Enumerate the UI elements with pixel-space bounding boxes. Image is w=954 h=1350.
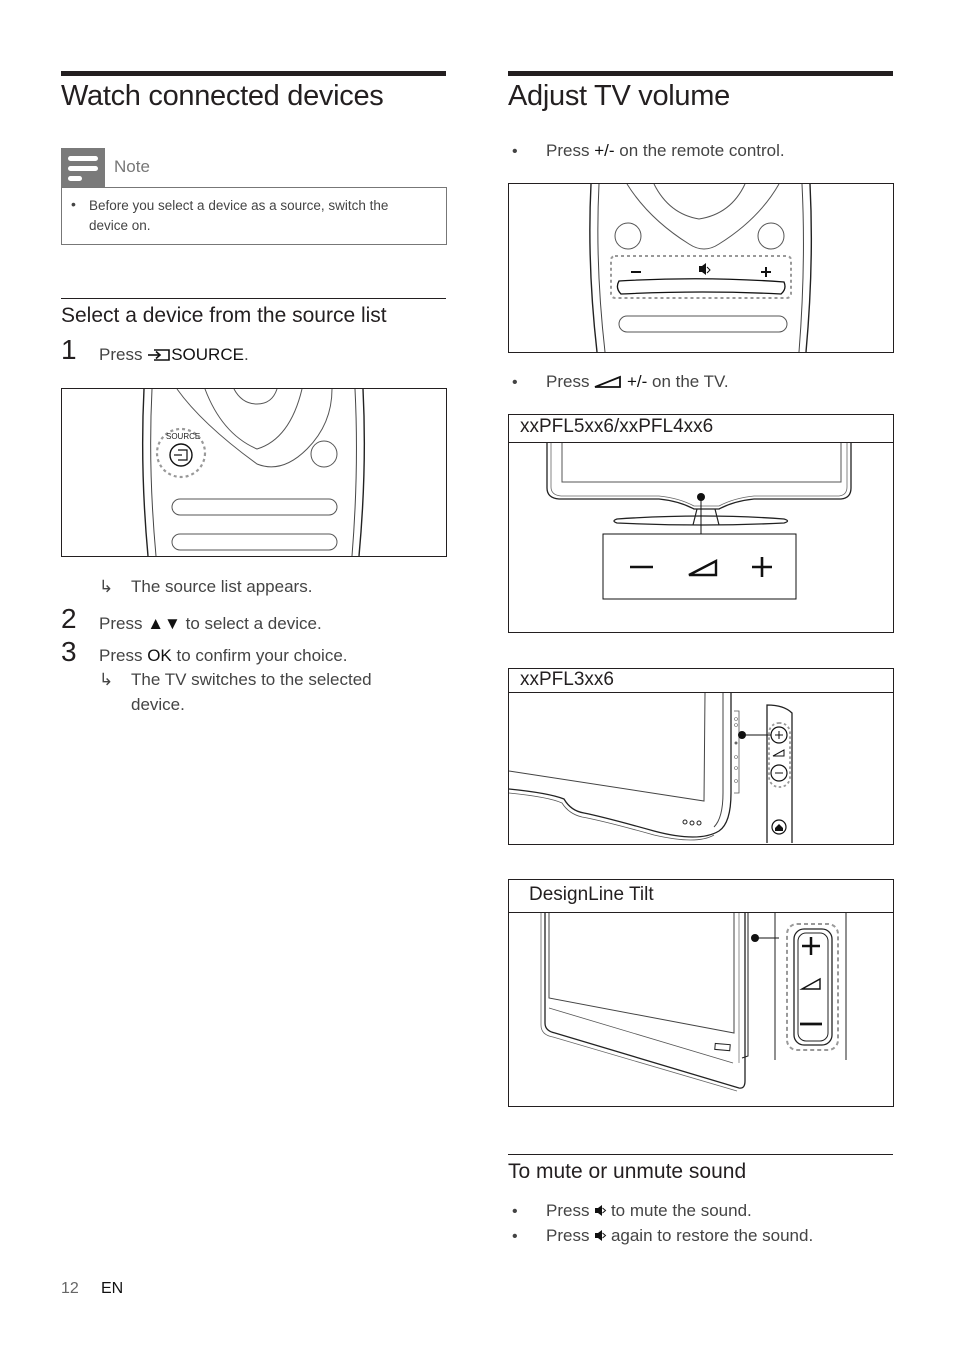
- tv-side-illustration: [508, 692, 793, 843]
- step-suffix: to select a device.: [185, 614, 322, 633]
- section-rule: [508, 1154, 893, 1155]
- volume-icon: [594, 375, 622, 388]
- step-2-text: Press ▲▼ to select a device.: [99, 614, 322, 634]
- volume-icon: [799, 977, 821, 990]
- title-rule: [508, 71, 893, 76]
- mute-suffix: again to restore the sound.: [610, 1226, 814, 1245]
- bullet-suffix: on the TV.: [651, 372, 729, 391]
- step-1-text: Press SOURCE.: [99, 345, 249, 365]
- mute-suffix: to mute the sound.: [610, 1201, 752, 1220]
- title-rule: [61, 71, 446, 76]
- mute-icon: [595, 1205, 607, 1216]
- source-figure-label: SOURCE: [166, 432, 200, 441]
- result-text: The TV switches to the selected: [131, 670, 372, 689]
- up-down-arrows-icon: ▲▼: [147, 614, 181, 633]
- remote-source-illustration: SOURCE: [141, 388, 366, 557]
- plus-minus-key: +/-: [626, 372, 648, 391]
- tv-tilt-illustration: [540, 913, 847, 1092]
- mute-icon: [595, 1230, 607, 1241]
- note-text: Before you select a device as a source, …: [89, 198, 389, 233]
- bullet-prefix: Press: [546, 141, 590, 160]
- bullet-prefix: Press: [546, 372, 590, 391]
- volume-remote-text: Press +/- on the remote control.: [546, 141, 785, 161]
- source-key: SOURCE: [171, 345, 244, 364]
- step-suffix: to confirm your choice.: [176, 646, 348, 665]
- result-text: The source list appears.: [131, 577, 313, 596]
- note-label: Note: [114, 157, 150, 176]
- result-arrow-icon: ↳: [99, 670, 114, 689]
- mute-icon: [699, 263, 711, 275]
- note-icon: [61, 148, 105, 188]
- mute-instruction: Press to mute the sound.: [546, 1201, 752, 1221]
- step-suffix: .: [243, 345, 249, 364]
- mute-prefix: Press: [546, 1201, 590, 1220]
- step-prefix: Press: [99, 646, 143, 665]
- step-number: 2: [61, 603, 77, 634]
- bullet-suffix: on the remote control.: [619, 141, 785, 160]
- ok-key: OK: [147, 646, 172, 665]
- tv-stand-illustration: [546, 443, 852, 600]
- volume-plus-icon: [802, 937, 820, 955]
- step-3-text: Press OK to confirm your choice.: [99, 646, 348, 666]
- bullet: •: [512, 1203, 518, 1220]
- result-arrow-icon: ↳: [99, 577, 114, 596]
- volume-icon: [772, 749, 785, 757]
- source-icon: [148, 349, 171, 361]
- section-title-volume: Adjust TV volume: [508, 80, 730, 112]
- mute-prefix: Press: [546, 1226, 590, 1245]
- bullet: •: [512, 374, 518, 391]
- page-title: Watch connected devices: [61, 80, 384, 112]
- figure-title: xxPFL3xx6: [520, 669, 614, 690]
- step-number: 3: [61, 636, 77, 667]
- remote-volume-illustration: [589, 183, 813, 353]
- bullet: •: [71, 196, 76, 212]
- language-code: EN: [101, 1280, 124, 1297]
- bullet: •: [512, 143, 518, 160]
- result-text: device.: [131, 695, 185, 714]
- section-rule: [61, 298, 446, 299]
- step-prefix: Press: [99, 345, 143, 364]
- bullet: •: [512, 1228, 518, 1245]
- plus-minus-key: +/-: [594, 141, 615, 160]
- figure-title: DesignLine Tilt: [529, 884, 654, 905]
- volume-tv-text: Press +/- on the TV.: [546, 372, 729, 392]
- section-title: Select a device from the source list: [61, 304, 387, 327]
- figure-title: xxPFL5xx6/xxPFL4xx6: [520, 416, 714, 437]
- step-number: 1: [61, 334, 77, 365]
- step-prefix: Press: [99, 614, 143, 633]
- unmute-instruction: Press again to restore the sound.: [546, 1226, 813, 1246]
- mute-section-title: To mute or unmute sound: [508, 1160, 747, 1183]
- page-number: 12: [61, 1280, 79, 1297]
